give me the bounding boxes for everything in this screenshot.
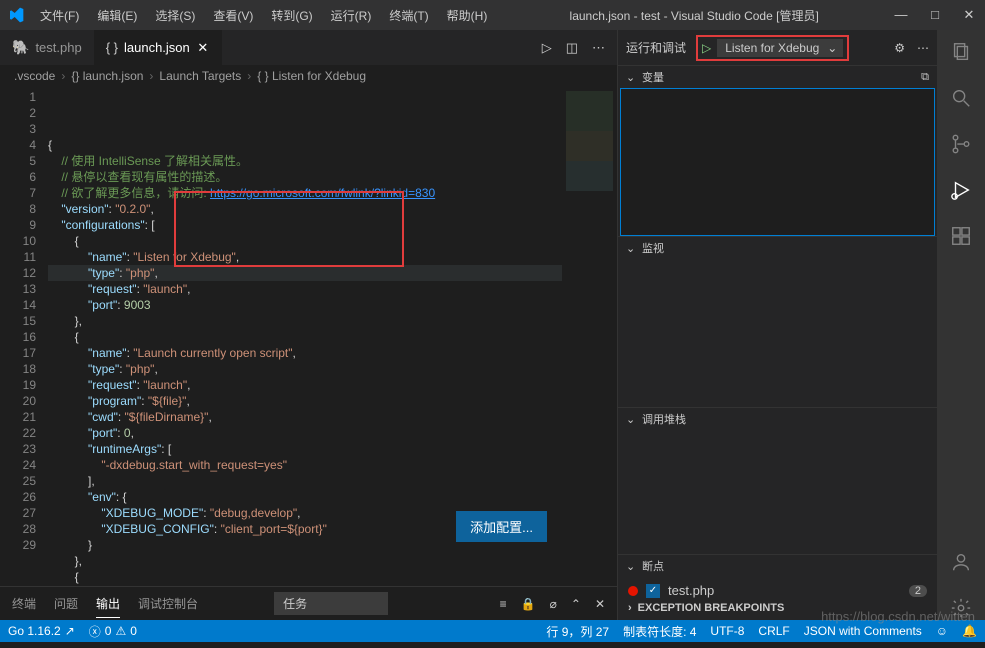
panel-tab-问题[interactable]: 问题: [54, 597, 78, 617]
more-icon[interactable]: ⋯: [592, 40, 605, 56]
lock-icon[interactable]: 🔒: [521, 597, 536, 611]
window-title: launch.json - test - Visual Studio Code …: [495, 7, 893, 24]
debug-config-name[interactable]: Listen for Xdebug: [717, 39, 843, 57]
debug-header: 运行和调试 ▷ Listen for Xdebug ⚙ ⋯: [618, 30, 937, 65]
filter-icon[interactable]: ≡: [500, 597, 507, 611]
breadcrumb-item[interactable]: Launch Targets: [159, 69, 241, 83]
clear-icon[interactable]: ⌀: [550, 597, 557, 611]
watch-panel[interactable]: [618, 259, 937, 407]
line-gutter: 1234567891011121314151617181920212223242…: [0, 87, 48, 586]
notifications-icon[interactable]: 🔔: [962, 623, 977, 640]
copy-icon[interactable]: ⧉: [921, 71, 929, 84]
bottom-panel: 终端问题输出调试控制台 任务 ≡ 🔒 ⌀ ⌃ ✕: [0, 586, 617, 620]
encoding[interactable]: UTF-8: [710, 623, 744, 640]
chevron-up-icon[interactable]: ⌃: [571, 597, 581, 611]
json-icon: { }: [106, 40, 118, 55]
menu-编辑(E)[interactable]: 编辑(E): [89, 3, 145, 28]
tab-launch.json[interactable]: { }launch.json✕: [94, 30, 222, 65]
language-mode[interactable]: JSON with Comments: [804, 623, 922, 640]
php-icon: 🐘: [12, 39, 29, 56]
run-debug-icon[interactable]: [949, 178, 973, 202]
close-tab-icon[interactable]: ✕: [196, 40, 210, 56]
tab-test.php[interactable]: 🐘test.php: [0, 30, 94, 65]
editor-tabs: 🐘test.php{ }launch.json✕ ▷ ◫ ⋯: [0, 30, 617, 65]
watermark: https://blog.csdn.net/witten: [821, 609, 975, 624]
vscode-logo-icon: [8, 7, 24, 23]
minimap[interactable]: [562, 87, 617, 586]
close-panel-icon[interactable]: ✕: [595, 597, 605, 611]
tab-size[interactable]: 制表符长度: 4: [623, 623, 696, 640]
go-version[interactable]: Go 1.16.2↗: [8, 624, 75, 638]
eol[interactable]: CRLF: [758, 623, 789, 640]
breadcrumb-item[interactable]: { } Listen for Xdebug: [257, 69, 366, 83]
breakpoints-section-header[interactable]: ⌄ 断点: [618, 555, 937, 577]
split-editor-icon[interactable]: ◫: [566, 40, 578, 56]
variables-panel[interactable]: [620, 88, 935, 236]
editor-body[interactable]: 1234567891011121314151617181920212223242…: [0, 87, 617, 586]
menu-帮助(H)[interactable]: 帮助(H): [439, 3, 496, 28]
debug-sidebar: 运行和调试 ▷ Listen for Xdebug ⚙ ⋯ ⌄ 变量 ⧉ ⌄ 监…: [617, 30, 937, 620]
run-debug-label: 运行和调试: [626, 39, 686, 56]
run-icon[interactable]: ▷: [542, 40, 552, 56]
tab-actions: ▷ ◫ ⋯: [542, 40, 617, 56]
debug-config-selector[interactable]: ▷ Listen for Xdebug: [696, 35, 849, 61]
cursor-position[interactable]: 行 9，列 27: [546, 623, 609, 640]
watch-section-header[interactable]: ⌄ 监视: [618, 237, 937, 259]
chevron-down-icon: ⌄: [626, 560, 638, 573]
chevron-down-icon: ⌄: [626, 242, 638, 255]
menu-bar: 文件(F)编辑(E)选择(S)查看(V)转到(G)运行(R)终端(T)帮助(H): [32, 3, 495, 28]
panel-tab-输出[interactable]: 输出: [96, 597, 120, 618]
maximize-icon[interactable]: □: [927, 7, 943, 23]
breakpoint-count-badge: 2: [909, 585, 927, 597]
chevron-down-icon: ⌄: [626, 71, 638, 84]
breadcrumb[interactable]: .vscode›{} launch.json›Launch Targets›{ …: [0, 65, 617, 87]
menu-转到(G)[interactable]: 转到(G): [263, 3, 320, 28]
breakpoint-dot-icon: [628, 586, 638, 596]
more-icon[interactable]: ⋯: [917, 41, 929, 55]
breadcrumb-item[interactable]: .vscode: [14, 69, 55, 83]
menu-选择(S)[interactable]: 选择(S): [147, 3, 203, 28]
menu-运行(R)[interactable]: 运行(R): [323, 3, 380, 28]
callstack-section-header[interactable]: ⌄ 调用堆栈: [618, 408, 937, 430]
gear-icon[interactable]: ⚙: [894, 41, 905, 55]
menu-终端(T)[interactable]: 终端(T): [381, 3, 436, 28]
problems-status[interactable]: ⓧ 0 ⚠ 0: [89, 623, 137, 640]
add-configuration-button[interactable]: 添加配置...: [456, 511, 547, 542]
panel-tab-调试控制台[interactable]: 调试控制台: [138, 597, 198, 617]
editor-area: 🐘test.php{ }launch.json✕ ▷ ◫ ⋯ .vscode›{…: [0, 30, 617, 620]
titlebar: 文件(F)编辑(E)选择(S)查看(V)转到(G)运行(R)终端(T)帮助(H)…: [0, 0, 985, 30]
breakpoint-row[interactable]: ✓ test.php 2: [618, 581, 937, 600]
chevron-right-icon: ›: [628, 602, 632, 614]
menu-文件(F)[interactable]: 文件(F): [32, 3, 87, 28]
variables-section-header[interactable]: ⌄ 变量 ⧉: [618, 66, 937, 88]
panel-tab-终端[interactable]: 终端: [12, 597, 36, 617]
feedback-icon[interactable]: ☺: [936, 623, 948, 640]
chevron-down-icon: ⌄: [626, 413, 638, 426]
task-selector[interactable]: 任务: [274, 592, 388, 615]
checkbox-icon[interactable]: ✓: [646, 584, 660, 598]
search-icon[interactable]: [949, 86, 973, 110]
source-control-icon[interactable]: [949, 132, 973, 156]
window-controls: — □ ✕: [893, 7, 977, 23]
breadcrumb-item[interactable]: {} launch.json: [71, 69, 143, 83]
extensions-icon[interactable]: [949, 224, 973, 248]
menu-查看(V)[interactable]: 查看(V): [205, 3, 261, 28]
start-debug-icon[interactable]: ▷: [702, 41, 711, 55]
minimize-icon[interactable]: —: [893, 7, 909, 23]
files-icon[interactable]: [949, 40, 973, 64]
close-icon[interactable]: ✕: [961, 7, 977, 23]
activity-bar: [937, 30, 985, 620]
account-icon[interactable]: [949, 550, 973, 574]
